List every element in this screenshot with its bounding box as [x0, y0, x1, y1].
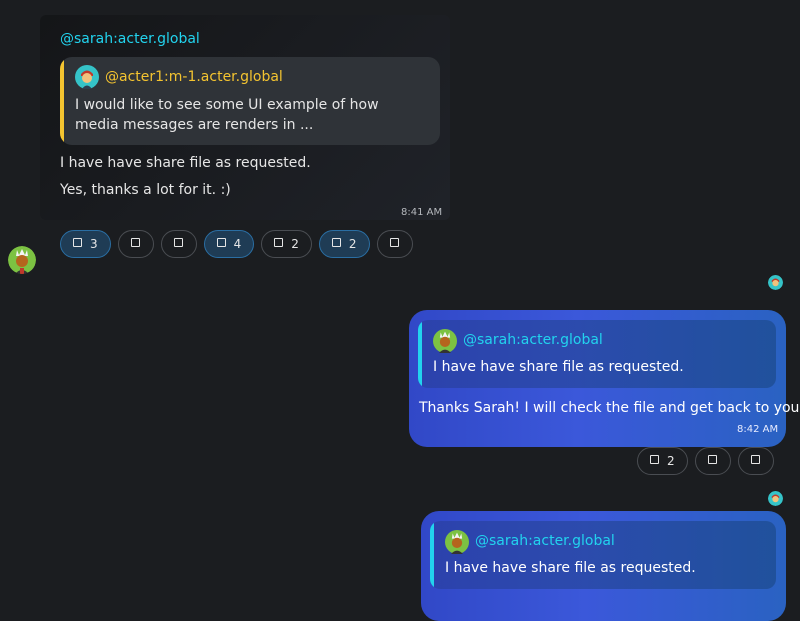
emoji-placeholder-icon: [331, 237, 341, 247]
reactions-row: 3 4 2 2: [60, 230, 413, 258]
emoji-placeholder-icon: [751, 454, 761, 464]
reaction-chip[interactable]: [117, 230, 154, 258]
quoted-user-avatar-icon: [75, 65, 99, 93]
quoted-user-avatar-icon: [445, 530, 469, 558]
own-message-bubble[interactable]: @sarah:acter.global I have have share fi…: [409, 310, 800, 447]
reply-quote[interactable]: @sarah:acter.global I have have share fi…: [430, 521, 776, 589]
quoted-message-text: I have have share file as requested.: [433, 359, 684, 375]
emoji-placeholder-icon: [174, 237, 184, 247]
reaction-chip[interactable]: 2: [318, 230, 370, 258]
reply-quote[interactable]: @acter1:m-1.acter.global I would like to…: [60, 57, 440, 145]
reaction-count: 3: [90, 237, 98, 251]
message-sender-name[interactable]: @sarah:acter.global: [60, 31, 200, 47]
message-text-line: I have have share file as requested.: [60, 155, 311, 171]
quoted-user-name[interactable]: @sarah:acter.global: [463, 332, 603, 348]
reaction-chip[interactable]: 4: [203, 230, 255, 258]
quoted-user-name[interactable]: @sarah:acter.global: [475, 533, 615, 549]
quoted-message-text: I have have share file as requested.: [445, 560, 696, 576]
reaction-count: 2: [291, 237, 299, 251]
own-message-bubble[interactable]: @sarah:acter.global I have have share fi…: [421, 511, 786, 621]
reaction-count: 2: [348, 237, 357, 251]
emoji-placeholder-icon: [274, 237, 284, 247]
reaction-chip[interactable]: [694, 447, 731, 475]
quote-accent-bar: [430, 521, 434, 589]
reaction-chip[interactable]: [737, 447, 774, 475]
read-receipt-avatar-icon: [768, 491, 783, 506]
emoji-placeholder-icon: [73, 237, 82, 247]
message-timestamp: 8:41 AM: [401, 207, 443, 218]
quoted-user-name[interactable]: @acter1:m-1.acter.global: [105, 69, 283, 85]
reaction-chip[interactable]: 3: [60, 230, 111, 258]
emoji-placeholder-icon: [650, 454, 659, 464]
sender-avatar-icon[interactable]: [8, 246, 36, 274]
emoji-placeholder-icon: [216, 237, 226, 247]
emoji-placeholder-icon: [390, 237, 400, 247]
message-text-line: Yes, thanks a lot for it. :): [60, 182, 231, 198]
read-receipt-avatar-icon: [768, 275, 783, 290]
reaction-chip[interactable]: [376, 230, 413, 258]
emoji-placeholder-icon: [708, 454, 718, 464]
quote-accent-bar: [60, 57, 64, 145]
reaction-chip[interactable]: 2: [261, 230, 312, 258]
reaction-chip[interactable]: [160, 230, 197, 258]
reaction-count: 4: [233, 237, 242, 251]
reaction-chip[interactable]: 2: [637, 447, 688, 475]
reply-quote[interactable]: @sarah:acter.global I have have share fi…: [418, 320, 776, 388]
message-timestamp: 8:42 AM: [737, 424, 779, 435]
quoted-message-text: I would like to see some UI example of h…: [75, 97, 379, 133]
reaction-count: 2: [667, 454, 675, 468]
message-text: Thanks Sarah! I will check the file and …: [419, 400, 800, 416]
quote-accent-bar: [418, 320, 422, 388]
quoted-user-avatar-icon: [433, 329, 457, 357]
reactions-row: 2: [637, 447, 774, 475]
emoji-placeholder-icon: [131, 237, 141, 247]
